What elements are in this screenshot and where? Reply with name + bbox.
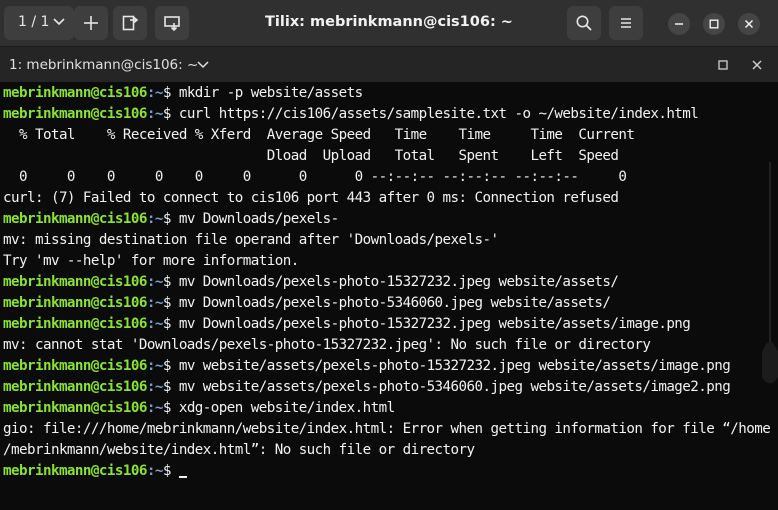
prompt-symbol: $: [162, 274, 179, 290]
command-text: mv Downloads/pexels-: [178, 211, 339, 227]
command-text: mv website/assets/pexels-photo-5346060.j…: [178, 379, 731, 395]
prompt-user-host: mebrinkmann@cis106: [3, 316, 147, 332]
prompt-path: :~: [146, 106, 164, 122]
output-line: mv: missing destination file operand aft…: [3, 232, 499, 248]
prompt-path: :~: [146, 379, 164, 395]
command-line: mebrinkmann@cis106:~$ xdg-open website/i…: [3, 398, 770, 419]
prompt-path: :~: [146, 295, 164, 311]
command-line: mebrinkmann@cis106:~$ mv Downloads/pexel…: [3, 293, 770, 314]
prompt-symbol: $: [162, 463, 179, 479]
command-text: mv Downloads/pexels-photo-15327232.jpeg …: [178, 316, 691, 332]
close-icon: [744, 19, 754, 29]
prompt-symbol: $: [162, 379, 179, 395]
header-bar: 1 / 1 Tilix: mebrinkmann@cis106: ~: [0, 0, 778, 46]
prompt-path: :~: [146, 316, 164, 332]
command-text: curl https://cis106/assets/samplesite.tx…: [178, 106, 699, 122]
output-line: % Total % Received % Xferd Average Speed…: [3, 127, 635, 143]
search-icon: [576, 15, 592, 31]
prompt-user-host: mebrinkmann@cis106: [3, 400, 147, 416]
terminal-output[interactable]: mebrinkmann@cis106:~$ mkdir -p website/a…: [0, 82, 778, 510]
maximize-icon: [709, 19, 719, 29]
command-text: mv Downloads/pexels-photo-15327232.jpeg …: [178, 274, 619, 290]
output-line: Try 'mv --help' for more information.: [3, 253, 299, 269]
prompt-user-host: mebrinkmann@cis106: [3, 358, 147, 374]
terminal-title-bar[interactable]: 1: mebrinkmann@cis106: ~: [0, 46, 778, 82]
hamburger-menu-icon: [621, 18, 631, 28]
prompt-user-host: mebrinkmann@cis106: [3, 85, 147, 101]
output-line: curl: (7) Failed to connect to cis106 po…: [3, 190, 619, 206]
close-terminal-icon[interactable]: [752, 60, 762, 70]
prompt-symbol: $: [162, 316, 179, 332]
terminal-title[interactable]: 1: mebrinkmann@cis106: ~: [9, 57, 198, 73]
prompt-symbol: $: [162, 106, 179, 122]
command-text: mv website/assets/pexels-photo-15327232.…: [178, 358, 731, 374]
prompt-symbol: $: [162, 400, 179, 416]
prompt-symbol: $: [162, 211, 179, 227]
text-cursor: [178, 476, 187, 478]
output-line: mv: cannot stat 'Downloads/pexels-photo-…: [3, 337, 651, 353]
output-line: Dload Upload Total Spent Left Speed: [3, 148, 619, 164]
command-line: mebrinkmann@cis106:~$ mv website/assets/…: [3, 356, 770, 377]
output-line: gio: file:///home/mebrinkmann/website/in…: [3, 421, 771, 437]
prompt-user-host: mebrinkmann@cis106: [3, 463, 147, 479]
prompt-path: :~: [146, 274, 164, 290]
maximize-button[interactable]: [703, 13, 725, 35]
command-line: mebrinkmann@cis106:~$ mkdir -p website/a…: [3, 83, 770, 104]
prompt-path: :~: [146, 463, 164, 479]
command-text: mkdir -p website/assets: [178, 85, 363, 101]
prompt-symbol: $: [162, 85, 179, 101]
prompt-path: :~: [146, 400, 164, 416]
prompt-user-host: mebrinkmann@cis106: [3, 379, 147, 395]
menu-button[interactable]: [609, 6, 643, 40]
prompt-symbol: $: [162, 295, 179, 311]
chevron-down-icon[interactable]: [197, 60, 209, 70]
command-line: mebrinkmann@cis106:~$ mv Downloads/pexel…: [3, 314, 770, 335]
minimize-button[interactable]: [668, 13, 690, 35]
maximize-terminal-icon[interactable]: [718, 60, 728, 70]
prompt-user-host: mebrinkmann@cis106: [3, 295, 147, 311]
command-line: mebrinkmann@cis106:~$ mv website/assets/…: [3, 377, 770, 398]
prompt-symbol: $: [162, 358, 179, 374]
prompt-user-host: mebrinkmann@cis106: [3, 106, 147, 122]
prompt-path: :~: [146, 85, 164, 101]
output-line: /mebrinkmann/website/index.html”: No suc…: [3, 442, 475, 458]
output-line: 0 0 0 0 0 0 0 0 --:--:-- --:--:-- --:--:…: [3, 169, 627, 185]
close-window-button[interactable]: [738, 13, 760, 35]
command-line: mebrinkmann@cis106:~$ curl https://cis10…: [3, 104, 770, 125]
command-text: xdg-open website/index.html: [178, 400, 395, 416]
prompt-path: :~: [146, 358, 164, 374]
prompt-path: :~: [146, 211, 164, 227]
window-title: Tilix: mebrinkmann@cis106: ~: [265, 14, 513, 30]
command-line: mebrinkmann@cis106:~$ mv Downloads/pexel…: [3, 272, 770, 293]
prompt-user-host: mebrinkmann@cis106: [3, 211, 147, 227]
command-line: mebrinkmann@cis106:~$: [3, 461, 770, 482]
command-line: mebrinkmann@cis106:~$ mv Downloads/pexel…: [3, 209, 770, 230]
search-button[interactable]: [567, 6, 601, 40]
command-text: mv Downloads/pexels-photo-5346060.jpeg w…: [178, 295, 611, 311]
prompt-user-host: mebrinkmann@cis106: [3, 274, 147, 290]
minimize-icon: [675, 23, 683, 25]
terminal-lines: mebrinkmann@cis106:~$ mkdir -p website/a…: [3, 83, 771, 482]
